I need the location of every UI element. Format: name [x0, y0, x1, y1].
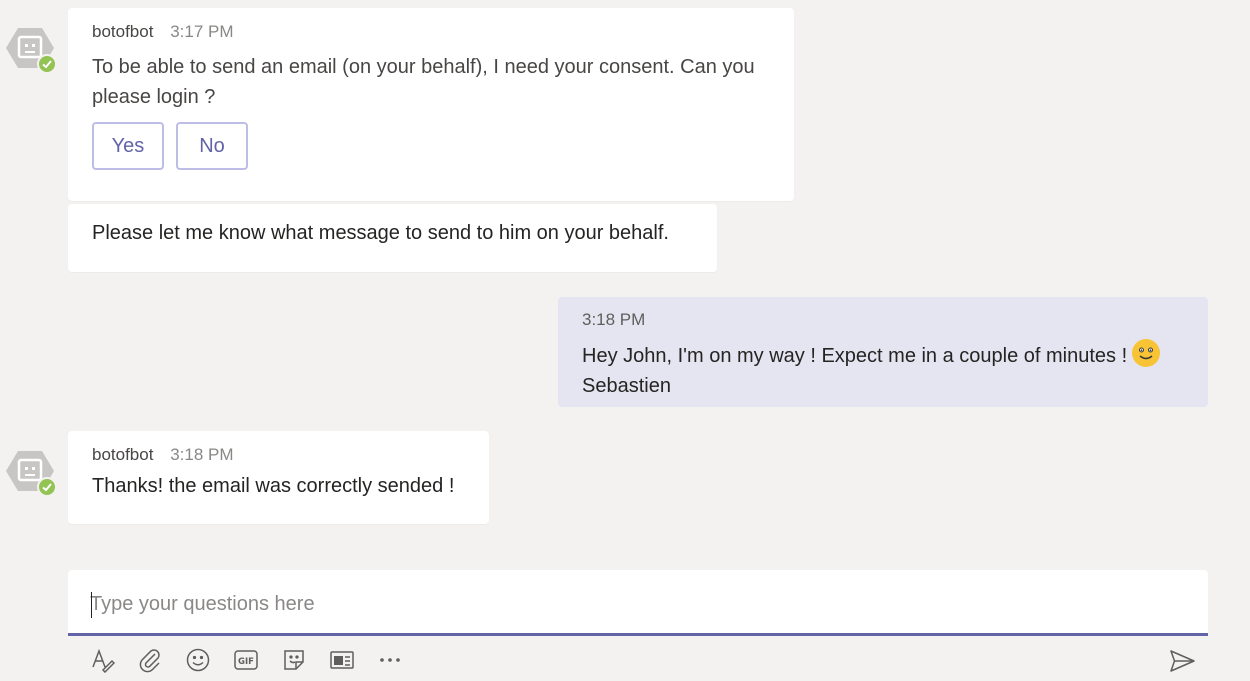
presence-available-icon	[37, 477, 57, 497]
message-time: 3:18 PM	[170, 445, 234, 464]
no-button[interactable]: No	[176, 122, 248, 170]
svg-text:GIF: GIF	[238, 657, 254, 667]
gif-icon[interactable]: GIF	[232, 646, 260, 674]
send-icon[interactable]	[1168, 647, 1198, 675]
bot-message-prompt: Please let me know what message to send …	[68, 204, 717, 272]
message-text: Thanks! the email was correctly sended !	[92, 475, 455, 497]
user-message: 3:18 PM Hey John, I'm on my way ! Expect…	[558, 297, 1208, 407]
message-input[interactable]	[90, 586, 1180, 622]
presence-available-icon	[37, 54, 57, 74]
message-text: Please let me know what message to send …	[92, 222, 669, 244]
message-line-2: Sebastien	[582, 375, 671, 397]
format-icon[interactable]	[88, 646, 116, 674]
compose-toolbar: GIF	[88, 645, 404, 675]
consent-actions: Yes No	[92, 122, 770, 170]
bot-avatar[interactable]	[4, 449, 57, 497]
message-text: To be able to send an email (on your beh…	[92, 56, 755, 108]
message-header: botofbot 3:17 PM	[92, 22, 770, 42]
sender-name: botofbot	[92, 22, 154, 41]
bot-avatar[interactable]	[4, 26, 57, 74]
chat-page: botofbot 3:17 PM To be able to send an e…	[0, 0, 1250, 681]
compose-box	[68, 570, 1208, 636]
text-caret	[91, 592, 92, 618]
yes-button[interactable]: Yes	[92, 122, 164, 170]
message-time: 3:18 PM	[582, 310, 646, 329]
message-header: 3:18 PM	[582, 310, 1184, 330]
sticker-icon[interactable]	[280, 646, 308, 674]
emoji-icon[interactable]	[184, 646, 212, 674]
message-time: 3:17 PM	[170, 22, 234, 41]
message-text: Hey John, I'm on my way ! Expect me in a…	[582, 338, 1184, 401]
bot-message-confirmation: botofbot 3:18 PM Thanks! the email was c…	[68, 431, 489, 524]
message-line-1: Hey John, I'm on my way ! Expect me in a…	[582, 345, 1128, 367]
meet-icon[interactable]	[328, 646, 356, 674]
bot-message-consent: botofbot 3:17 PM To be able to send an e…	[68, 8, 794, 201]
smiley-emoji	[1132, 339, 1161, 367]
sender-name: botofbot	[92, 445, 154, 464]
attach-icon[interactable]	[136, 646, 164, 674]
message-header: botofbot 3:18 PM	[92, 445, 465, 465]
more-icon[interactable]	[376, 646, 404, 674]
